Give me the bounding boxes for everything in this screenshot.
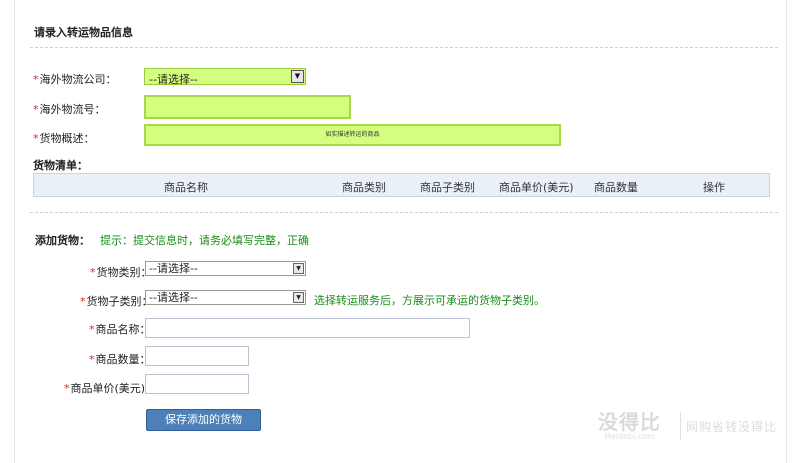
left-frame-border <box>14 0 15 463</box>
tracking-label: *海外物流号： <box>33 103 106 116</box>
watermark-domain: Meidebi.com <box>604 432 655 441</box>
price-input[interactable] <box>145 374 249 394</box>
column-header: 商品单价(美元) <box>499 181 574 194</box>
required-mark: * <box>90 266 96 279</box>
required-mark: * <box>33 73 39 86</box>
section-title: 请录入转运物品信息 <box>34 26 133 39</box>
category-select-value: --请选择-- <box>149 262 198 275</box>
required-mark: * <box>80 295 86 308</box>
required-mark: * <box>33 132 39 145</box>
watermark-slogan: 网购省钱没得比 <box>686 420 778 434</box>
quantity-label: *商品数量： <box>89 353 151 366</box>
company-select-value: --请选择-- <box>149 73 198 86</box>
right-frame-border <box>786 0 787 463</box>
divider <box>30 212 778 213</box>
chevron-down-icon[interactable]: ▼ <box>293 292 304 303</box>
company-label: *海外物流公司： <box>33 73 117 86</box>
watermark-separator <box>680 412 681 440</box>
category-select[interactable]: --请选择-- ▼ <box>145 261 306 276</box>
description-input[interactable]: 如实描述转运的商品 <box>144 124 561 146</box>
column-header: 商品数量 <box>594 181 638 194</box>
subcategory-select-value: --请选择-- <box>149 291 198 304</box>
chevron-down-icon[interactable]: ▼ <box>291 70 304 83</box>
watermark: 没得比 Meidebi.com 网购省钱没得比 <box>598 406 798 446</box>
description-text: 如实描述转运的商品 <box>325 131 380 138</box>
required-mark: * <box>33 103 39 116</box>
column-header: 操作 <box>703 181 725 194</box>
company-select[interactable]: --请选择-- ▼ <box>144 68 306 86</box>
subcategory-hint: 选择转运服务后，方展示可承运的货物子类别。 <box>314 294 545 307</box>
quantity-input[interactable] <box>145 346 249 366</box>
required-mark: * <box>89 323 95 336</box>
column-header: 商品类别 <box>342 181 386 194</box>
subcategory-label: *货物子类别： <box>80 295 153 308</box>
watermark-brand: 没得比 <box>598 410 661 434</box>
tracking-input[interactable] <box>144 95 351 119</box>
save-cargo-button[interactable]: 保存添加的货物 <box>146 409 261 431</box>
required-mark: * <box>89 353 95 366</box>
description-label: *货物概述： <box>33 132 95 145</box>
cargo-list-title: 货物清单： <box>33 159 88 172</box>
column-header: 商品名称 <box>164 181 208 194</box>
product-name-label: *商品名称： <box>89 323 151 336</box>
category-label: *货物类别： <box>90 266 152 279</box>
divider <box>30 47 778 48</box>
column-header: 商品子类别 <box>420 181 475 194</box>
required-mark: * <box>64 382 70 395</box>
chevron-down-icon[interactable]: ▼ <box>293 263 304 274</box>
price-label: *商品单价(美元)： <box>64 382 157 395</box>
add-cargo-title: 添加货物： <box>35 234 90 247</box>
cargo-table-header: 商品名称 商品类别 商品子类别 商品单价(美元) 商品数量 操作 <box>33 173 770 197</box>
product-name-input[interactable] <box>145 318 470 338</box>
add-cargo-hint: 提示：提交信息时，请务必填写完整，正确 <box>100 234 309 247</box>
subcategory-select[interactable]: --请选择-- ▼ <box>145 290 306 305</box>
